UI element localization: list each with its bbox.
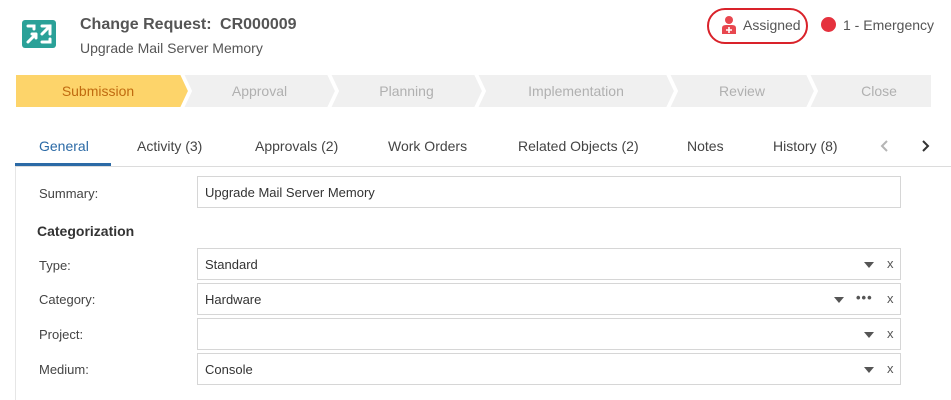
summary-field[interactable]: Upgrade Mail Server Memory [197, 176, 901, 208]
tab-history[interactable]: History (8) [773, 138, 838, 154]
tab-general[interactable]: General [39, 138, 89, 154]
priority-label[interactable]: 1 - Emergency [843, 17, 934, 33]
change-request-icon [22, 20, 56, 48]
type-select[interactable]: Standard x [197, 248, 901, 280]
type-label: Type: [39, 258, 71, 273]
process-stage-bar: Submission Approval Planning Implementation… [15, 74, 931, 108]
record-tabs: General Activity (3) Approvals (2) Work … [15, 125, 951, 167]
status-label[interactable]: Assigned [743, 17, 801, 33]
tab-notes[interactable]: Notes [687, 138, 724, 154]
category-label: Category: [39, 292, 96, 307]
type-value: Standard [205, 257, 258, 272]
project-select[interactable]: x [197, 318, 901, 350]
chevron-left-icon[interactable] [880, 139, 890, 153]
summary-value: Upgrade Mail Server Memory [205, 185, 375, 200]
medium-value: Console [205, 362, 253, 377]
medium-select[interactable]: Console x [197, 353, 901, 385]
clear-icon[interactable]: x [887, 326, 894, 341]
summary-label: Summary: [39, 186, 99, 201]
tab-work-orders[interactable]: Work Orders [388, 138, 467, 154]
project-label: Project: [39, 327, 84, 342]
stage-review[interactable]: Review [669, 83, 815, 99]
active-tab-indicator [15, 163, 111, 166]
chevron-down-icon[interactable] [864, 332, 874, 338]
more-options-icon[interactable]: ••• [856, 290, 873, 305]
tab-approvals[interactable]: Approvals (2) [255, 138, 338, 154]
stage-approval[interactable]: Approval [183, 83, 336, 99]
chevron-down-icon[interactable] [864, 367, 874, 373]
clear-icon[interactable]: x [887, 361, 894, 376]
general-tab-panel: Summary: Upgrade Mail Server Memory Cate… [15, 167, 951, 400]
tab-related-objects[interactable]: Related Objects (2) [518, 138, 639, 154]
chevron-down-icon[interactable] [834, 297, 844, 303]
category-select[interactable]: Hardware ••• x [197, 283, 901, 315]
clear-icon[interactable]: x [887, 256, 894, 271]
page-title: Change Request: CR000009 [80, 16, 297, 34]
chevron-down-icon[interactable] [864, 262, 874, 268]
tab-activity[interactable]: Activity (3) [137, 138, 202, 154]
stage-close[interactable]: Close [809, 83, 949, 99]
user-assigned-icon [722, 16, 736, 34]
title-prefix: Change Request: [80, 16, 212, 33]
priority-indicator-icon [821, 17, 836, 32]
clear-icon[interactable]: x [887, 291, 894, 306]
medium-label: Medium: [39, 362, 89, 377]
stage-submission[interactable]: Submission [15, 83, 181, 99]
record-header: Change Request: CR000009 Upgrade Mail Se… [0, 0, 951, 70]
record-id: CR000009 [220, 16, 297, 33]
stage-planning[interactable]: Planning [330, 83, 483, 99]
chevron-right-icon[interactable] [920, 139, 930, 153]
stage-implementation[interactable]: Implementation [477, 83, 675, 99]
record-subtitle: Upgrade Mail Server Memory [80, 40, 263, 56]
category-value: Hardware [205, 292, 262, 307]
categorization-heading: Categorization [37, 223, 135, 239]
